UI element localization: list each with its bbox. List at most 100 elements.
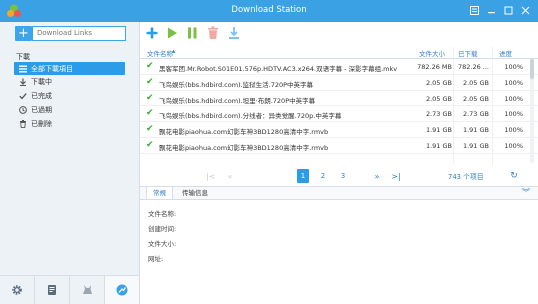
section-label-download: 下載 bbox=[16, 53, 30, 61]
file-name: 飞鸟娱乐(bbs.hdbird.com).监狱生活.720P中英字幕 bbox=[159, 80, 314, 89]
file-size: 1.91 GB bbox=[425, 141, 452, 150]
menu-icon[interactable] bbox=[467, 3, 481, 17]
tab-transfer-info[interactable]: 传输信息 bbox=[176, 187, 214, 199]
column-header-downloaded[interactable]: 已下载 bbox=[458, 48, 478, 58]
minimize-icon[interactable] bbox=[484, 3, 498, 17]
check-icon bbox=[18, 92, 27, 101]
detail-field-url: 网址: bbox=[148, 255, 164, 263]
file-name: 飘花电影piaohua.com幻影车神3BD1280高清中字.rmvb bbox=[159, 128, 329, 137]
toolbar bbox=[140, 22, 538, 46]
download-arrow-icon bbox=[18, 78, 27, 87]
check-icon: ✔ bbox=[146, 108, 154, 119]
page-button-current[interactable]: 1 bbox=[297, 169, 309, 183]
table-header: 文件名称 ▴ 文件大小 已下载 进度 bbox=[140, 47, 538, 59]
sidebar-item-downloading[interactable]: 下載中 bbox=[14, 76, 125, 89]
download-station-window: Download Station + 下載 bbox=[0, 0, 538, 304]
progress-percent: 100% bbox=[504, 110, 523, 119]
scrollbar-thumb[interactable] bbox=[530, 59, 534, 79]
column-header-progress[interactable]: 进度 bbox=[499, 48, 512, 58]
add-download-button[interactable]: + bbox=[15, 26, 32, 41]
sidebar-nav: 全部下載項目 下載中 已完成 已過期 已刪除 bbox=[14, 62, 125, 131]
sidebar-item-expired[interactable]: 已過期 bbox=[14, 103, 125, 116]
sidebar-item-label: 已完成 bbox=[31, 92, 52, 101]
table-row[interactable]: ✔ 飘花电影piaohua.com幻影车神3BD1280高清中字.rmvb 1.… bbox=[140, 138, 538, 154]
check-icon: ✔ bbox=[146, 61, 154, 71]
download-list: ✔ 黑客军团.Mr.Robot.S01E01.576p.HDTV.AC3.x26… bbox=[140, 59, 538, 154]
detail-field-created: 创建时间: bbox=[148, 225, 177, 233]
downloaded-amount: 2.05 GB bbox=[462, 78, 489, 87]
table-row[interactable]: ✔ 飞鸟娱乐(bbs.hdbird.com).坦里·布朗.720P中英字幕 2.… bbox=[140, 91, 538, 107]
pause-icon[interactable] bbox=[185, 26, 199, 40]
emule-button[interactable] bbox=[70, 276, 105, 304]
detail-tabs: 常規 传输信息 ︾ bbox=[140, 186, 538, 200]
clock-icon bbox=[18, 105, 27, 114]
delete-icon[interactable] bbox=[206, 26, 220, 40]
sidebar-item-label: 已過期 bbox=[31, 105, 52, 114]
page-button[interactable]: 2 bbox=[317, 169, 329, 183]
progress-percent: 100% bbox=[504, 141, 523, 150]
next-page-icon[interactable]: » bbox=[370, 169, 384, 183]
download-links-field[interactable] bbox=[32, 26, 129, 41]
check-icon: ✔ bbox=[146, 124, 154, 135]
feed-icon bbox=[116, 284, 128, 296]
downloaded-amount: 2.05 GB bbox=[462, 94, 489, 103]
check-icon: ✔ bbox=[146, 139, 154, 150]
file-size: 2.05 GB bbox=[425, 94, 452, 103]
gear-icon bbox=[12, 285, 22, 295]
download-links-input[interactable] bbox=[33, 27, 129, 39]
list-icon bbox=[18, 64, 27, 73]
progress-percent: 100% bbox=[504, 94, 523, 103]
downloaded-amount: 1.91 GB bbox=[462, 141, 489, 150]
tab-general[interactable]: 常規 bbox=[146, 187, 173, 199]
last-page-icon[interactable]: >| bbox=[389, 169, 403, 183]
main-panel: 文件名称 ▴ 文件大小 已下载 进度 ✔ 黑客军团.Mr.Robot.S01E0… bbox=[140, 22, 538, 304]
download-icon[interactable] bbox=[227, 26, 241, 40]
progress-percent: 100% bbox=[504, 63, 523, 71]
sort-arrow-icon[interactable]: ▴ bbox=[172, 47, 175, 55]
file-size: 2.05 GB bbox=[425, 78, 452, 87]
detail-field-filename: 文件名称: bbox=[148, 210, 177, 218]
title-bar: Download Station bbox=[0, 0, 538, 22]
table-row[interactable]: ✔ 飞鸟娱乐(bbs.hdbird.com).监狱生活.720P中英字幕 2.0… bbox=[140, 75, 538, 91]
first-page-icon[interactable]: |< bbox=[204, 169, 218, 183]
downloaded-amount: 2.73 GB bbox=[462, 110, 489, 119]
feed-button[interactable] bbox=[105, 276, 139, 304]
sidebar-item-label: 下載中 bbox=[31, 78, 52, 87]
file-name: 飘花电影piaohua.com幻影车神3BD1280高清中字.rmvb bbox=[159, 143, 329, 152]
file-name: 飞鸟娱乐(bbs.hdbird.com).分线者：异类觉醒.720p.中英字幕 bbox=[159, 112, 342, 121]
sidebar-item-completed[interactable]: 已完成 bbox=[14, 90, 125, 103]
resume-icon[interactable] bbox=[165, 26, 179, 40]
file-name: 黑客军团.Mr.Robot.S01E01.576p.HDTV.AC3.x264.… bbox=[159, 65, 398, 73]
column-header-filename[interactable]: 文件名称 bbox=[147, 48, 173, 58]
sidebar: + 下載 全部下載項目 下載中 已完成 bbox=[0, 22, 140, 304]
window-title: Download Station bbox=[231, 5, 307, 15]
table-row[interactable]: ✔ 黑客军团.Mr.Robot.S01E01.576p.HDTV.AC3.x26… bbox=[140, 59, 538, 75]
refresh-icon[interactable]: ↻ bbox=[507, 169, 521, 183]
downloaded-amount: 782.26 ... bbox=[457, 63, 489, 71]
sidebar-item-label: 全部下載項目 bbox=[31, 64, 73, 73]
maximize-icon[interactable] bbox=[501, 3, 515, 17]
page-button[interactable]: 3 bbox=[337, 169, 349, 183]
collapse-chevron-icon[interactable]: ︾ bbox=[522, 187, 530, 199]
add-icon[interactable] bbox=[145, 26, 159, 40]
sidebar-item-label: 已刪除 bbox=[31, 119, 52, 128]
bt-document-icon bbox=[48, 285, 56, 295]
check-icon: ✔ bbox=[146, 92, 154, 103]
table-row[interactable]: ✔ 飘花电影piaohua.com幻影车神3BD1280高清中字.rmvb 1.… bbox=[140, 122, 538, 138]
trash-icon bbox=[18, 119, 27, 128]
mule-icon bbox=[82, 285, 92, 294]
file-name: 飞鸟娱乐(bbs.hdbird.com).坦里·布朗.720P中英字幕 bbox=[159, 96, 316, 105]
sidebar-item-deleted[interactable]: 已刪除 bbox=[14, 117, 125, 130]
table-row[interactable]: ✔ 飞鸟娱乐(bbs.hdbird.com).分线者：异类觉醒.720p.中英字… bbox=[140, 106, 538, 123]
file-size: 782.26 MB bbox=[417, 63, 452, 71]
settings-button[interactable] bbox=[0, 276, 35, 304]
bt-search-button[interactable] bbox=[35, 276, 70, 304]
sidebar-item-all[interactable]: 全部下載項目 bbox=[14, 62, 125, 75]
downloaded-amount: 1.91 GB bbox=[462, 126, 489, 135]
close-icon[interactable] bbox=[518, 3, 532, 17]
file-size: 1.91 GB bbox=[425, 126, 452, 135]
file-size: 2.73 GB bbox=[425, 110, 452, 119]
prev-page-icon[interactable]: « bbox=[223, 169, 237, 183]
column-header-size[interactable]: 文件大小 bbox=[419, 48, 445, 58]
item-count: 743 个项目 bbox=[448, 173, 484, 181]
